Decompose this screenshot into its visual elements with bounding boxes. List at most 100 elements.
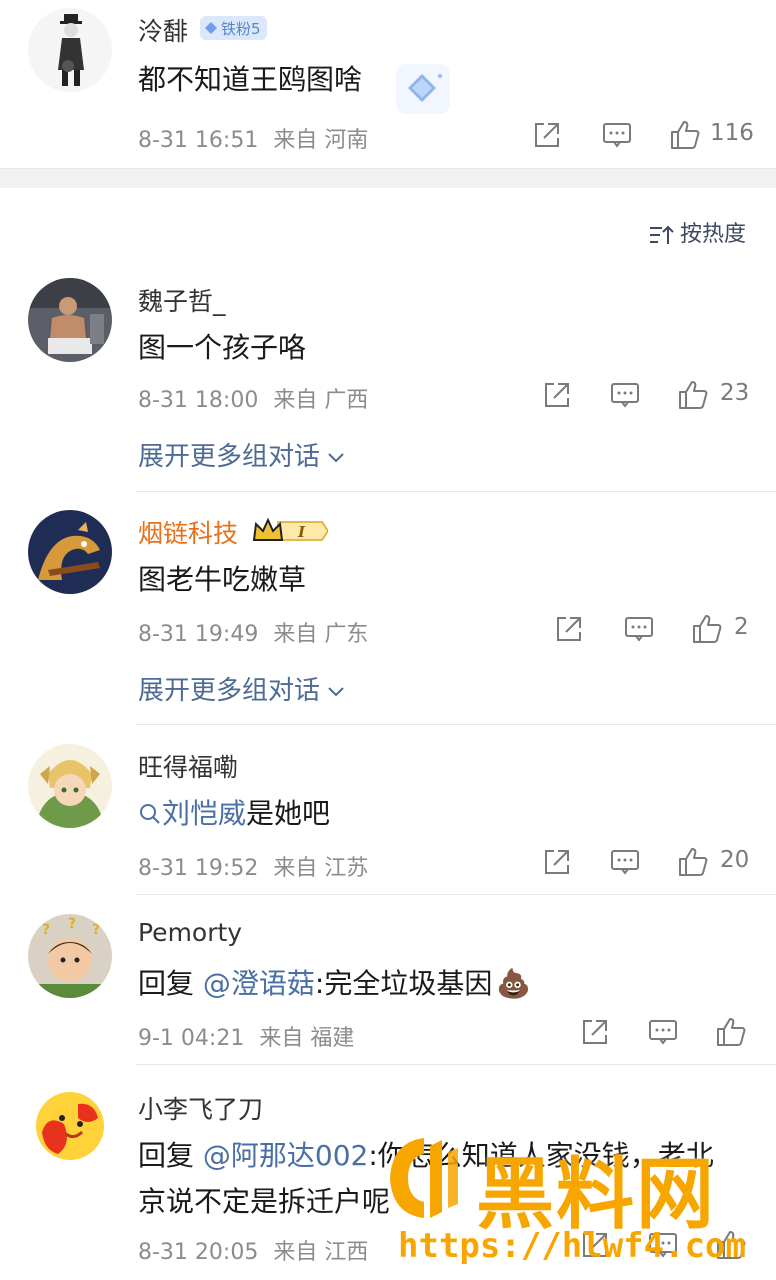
comment-location: 来自 福建 <box>259 1026 355 1051</box>
like-count: 20 <box>720 847 750 873</box>
sort-icon <box>649 225 674 244</box>
top-comment: 泠馡 铁粉5 都不知道王鸥图啥 8-31 16:51 来自 河南 116 <box>0 0 776 168</box>
like-icon[interactable] <box>676 378 710 412</box>
share-icon[interactable] <box>540 378 574 412</box>
comment-actions: 20 <box>540 845 760 881</box>
like-icon[interactable] <box>690 612 724 646</box>
comment-time: 8-31 19:49 <box>138 622 259 647</box>
like-icon[interactable] <box>714 1228 748 1262</box>
like-icon[interactable] <box>714 1015 748 1049</box>
diamond-icon <box>205 22 217 34</box>
crown-icon[interactable]: I <box>252 516 328 546</box>
comment-icon[interactable] <box>608 378 642 412</box>
comment-icon[interactable] <box>600 118 634 152</box>
share-icon[interactable] <box>578 1015 612 1049</box>
username[interactable]: 魏子哲_ <box>138 282 226 318</box>
expand-replies-link[interactable]: 展开更多组对话 <box>138 436 346 473</box>
comment-time: 8-31 20:05 <box>138 1240 259 1265</box>
svg-text:?: ? <box>92 922 100 938</box>
comment-content: 图一个孩子咯 <box>138 331 307 364</box>
search-icon <box>140 804 160 824</box>
share-icon[interactable] <box>578 1228 612 1262</box>
like-count: 23 <box>720 380 750 406</box>
username[interactable]: 旺得福嘞 <box>138 748 238 784</box>
username[interactable]: 泠馡 <box>138 12 188 48</box>
expand-label: 展开更多组对话 <box>138 442 321 472</box>
comment-text-line1: :你怎么知道人家没钱，老北 <box>368 1139 714 1172</box>
divider <box>136 894 776 895</box>
badge-level: I <box>297 523 306 541</box>
comment-actions: 116 <box>530 118 760 154</box>
comment-actions <box>578 1228 768 1264</box>
avatar-image <box>28 510 112 594</box>
avatar[interactable] <box>28 510 112 594</box>
username[interactable]: Pemorty <box>138 918 242 947</box>
comment-meta: 8-31 19:52 来自 江苏 <box>138 850 368 882</box>
comment-text: 是她吧 <box>246 797 331 830</box>
avatar[interactable] <box>28 278 112 362</box>
svg-text:?: ? <box>42 922 50 938</box>
username[interactable]: 小李飞了刀 <box>138 1090 263 1126</box>
comment-content: 刘恺威是她吧 <box>138 792 330 832</box>
comment-time: 8-31 18:00 <box>138 388 259 413</box>
comment-location: 来自 江苏 <box>273 856 369 881</box>
like-count: 2 <box>734 614 749 640</box>
comment-actions <box>578 1015 768 1051</box>
comment-meta: 8-31 19:49 来自 广东 <box>138 616 368 648</box>
like-icon[interactable] <box>676 845 710 879</box>
username[interactable]: 烟链科技 <box>138 514 238 550</box>
search-link-text: 刘恺威 <box>162 797 247 830</box>
avatar-image <box>28 8 112 92</box>
chevron-down-icon <box>328 686 344 696</box>
mention-link[interactable]: @澄语菇 <box>203 967 315 1000</box>
expand-label: 展开更多组对话 <box>138 676 321 706</box>
avatar[interactable] <box>28 8 112 92</box>
avatar[interactable] <box>28 1084 112 1168</box>
avatar[interactable] <box>28 744 112 828</box>
like-count: 116 <box>710 120 754 146</box>
comment-actions: 2 <box>552 612 762 648</box>
share-icon[interactable] <box>540 845 574 879</box>
divider <box>136 1064 776 1065</box>
share-icon[interactable] <box>530 118 564 152</box>
reply-prefix: 回复 <box>138 1139 203 1172</box>
comment-location: 来自 广西 <box>273 388 369 413</box>
comment-time: 8-31 19:52 <box>138 856 259 881</box>
comment-content-line2: 京说不定是拆迁户呢 <box>138 1185 391 1218</box>
comment-location: 来自 江西 <box>273 1240 369 1265</box>
share-icon[interactable] <box>552 612 586 646</box>
comment-text: :完全垃圾基因 <box>314 967 493 1000</box>
comment-content: 回复 @阿那达002:你怎么知道人家没钱，老北 <box>138 1134 714 1174</box>
divider <box>136 491 776 492</box>
comment-meta: 8-31 18:00 来自 广西 <box>138 382 368 414</box>
comment-icon[interactable] <box>608 845 642 879</box>
sort-button[interactable]: 按热度 <box>648 216 746 248</box>
comment-icon[interactable] <box>622 612 656 646</box>
fan-badge[interactable]: 铁粉5 <box>200 16 267 40</box>
avatar-image: ? ? ? <box>28 914 112 998</box>
comment-actions: 23 <box>540 378 760 414</box>
avatar[interactable]: ? ? ? <box>28 914 112 998</box>
comment-time: 8-31 16:51 <box>138 128 259 153</box>
comment-icon[interactable] <box>646 1228 680 1262</box>
expand-replies-link[interactable]: 展开更多组对话 <box>138 670 346 707</box>
mention-link[interactable]: @阿那达002 <box>203 1139 368 1172</box>
fan-badge-label: 铁粉5 <box>221 19 261 38</box>
reply-prefix: 回复 <box>138 967 203 1000</box>
avatar-image <box>28 278 112 362</box>
comment-icon[interactable] <box>646 1015 680 1049</box>
comment-meta: 8-31 20:05 来自 江西 <box>138 1234 368 1266</box>
like-icon[interactable] <box>668 118 702 152</box>
comment-time: 9-1 04:21 <box>138 1026 245 1051</box>
emoji: 💩 <box>496 967 532 1000</box>
avatar-image <box>28 744 112 828</box>
divider <box>136 724 776 725</box>
search-link[interactable]: 刘恺威 <box>138 797 246 830</box>
comment-content: 图老牛吃嫩草 <box>138 563 307 596</box>
chevron-down-icon <box>328 452 344 462</box>
comment-content: 回复 @澄语菇:完全垃圾基因 💩 <box>138 962 531 1002</box>
comment-meta: 8-31 16:51 来自 河南 <box>138 122 368 154</box>
comment-location: 来自 广东 <box>273 622 369 647</box>
avatar-image <box>36 1092 104 1160</box>
comment-content: 都不知道王鸥图啥 <box>138 63 363 96</box>
